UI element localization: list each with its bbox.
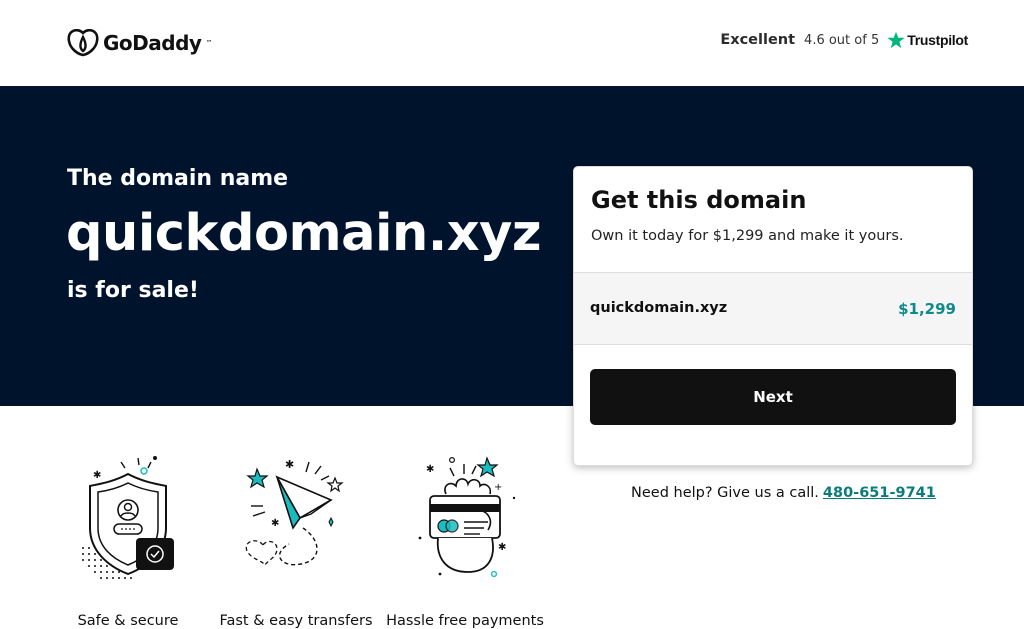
trustpilot-rating[interactable]: Excellent 4.6 out of 5 Trustpilot bbox=[720, 31, 968, 49]
svg-text:+: + bbox=[494, 482, 502, 493]
card-title: Get this domain bbox=[591, 186, 807, 214]
help-text: Need help? Give us a call. bbox=[631, 485, 819, 501]
feature-label: Hassle free payments bbox=[386, 613, 544, 629]
svg-text:✱: ✱ bbox=[285, 458, 294, 471]
rating-score: 4.6 out of 5 bbox=[804, 32, 880, 48]
feature-label: Fast & easy transfers bbox=[219, 613, 373, 629]
get-domain-card: Get this domain Own it today for $1,299 … bbox=[573, 166, 973, 466]
hero-for-sale: is for sale! bbox=[67, 278, 199, 303]
feature-fast-transfers: ✱ ✱ Fast & easy transfers bbox=[211, 450, 381, 629]
domain-price-row: quickdomain.xyz $1,299 bbox=[574, 272, 972, 345]
svg-text:✱: ✱ bbox=[498, 542, 506, 553]
feature-safe-secure: ✱ Safe & secure bbox=[43, 450, 213, 629]
shield-icon: ✱ bbox=[82, 456, 174, 579]
next-button[interactable]: Next bbox=[590, 369, 956, 425]
godaddy-logo[interactable]: GoDaddy ™ bbox=[67, 29, 212, 57]
trademark-symbol: ™ bbox=[205, 39, 213, 47]
credit-card-hand-icon: ✱ ✱ + bbox=[418, 456, 516, 578]
logo-text: GoDaddy bbox=[103, 31, 202, 55]
phone-link[interactable]: 480-651-9741 bbox=[823, 485, 936, 501]
godaddy-logo-icon bbox=[67, 29, 99, 57]
hero-lead: The domain name bbox=[67, 166, 289, 191]
hero-domain-name: quickdomain.xyz bbox=[66, 204, 542, 263]
trustpilot-star-icon bbox=[887, 31, 905, 49]
card-subtitle: Own it today for $1,299 and make it your… bbox=[591, 228, 904, 244]
svg-text:✱: ✱ bbox=[271, 518, 279, 529]
svg-text:✱: ✱ bbox=[93, 470, 101, 481]
feature-hassle-free-payments: ✱ ✱ + Hassle free payments bbox=[380, 450, 550, 629]
row-price: $1,299 bbox=[898, 300, 956, 318]
site-header: GoDaddy ™ Excellent 4.6 out of 5 Trustpil… bbox=[0, 0, 1024, 86]
help-line: Need help? Give us a call. 480-651-9741 bbox=[631, 485, 936, 501]
rating-label: Excellent bbox=[720, 32, 796, 48]
row-domain-name: quickdomain.xyz bbox=[590, 300, 728, 316]
paper-plane-icon: ✱ ✱ bbox=[245, 458, 344, 567]
feature-label: Safe & secure bbox=[77, 613, 179, 629]
trustpilot-name: Trustpilot bbox=[907, 32, 968, 48]
svg-text:✱: ✱ bbox=[426, 464, 434, 475]
